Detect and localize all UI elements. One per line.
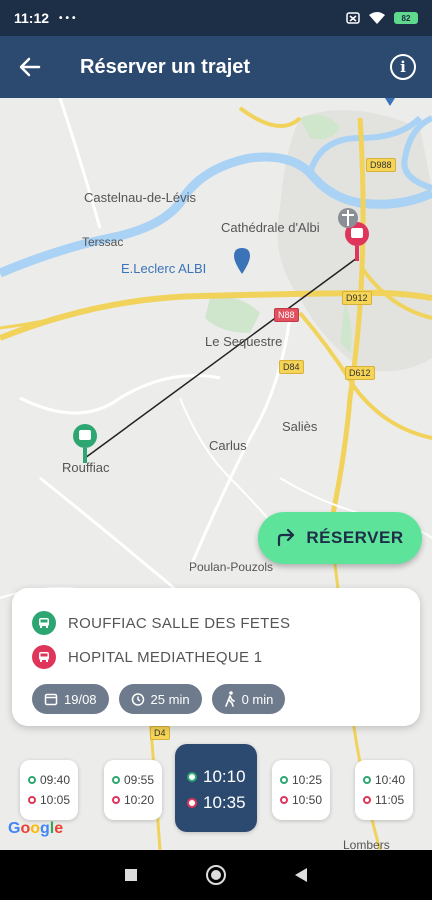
timer-icon	[131, 693, 144, 706]
departure-time: 09:55	[124, 773, 155, 787]
arrival-time: 10:35	[203, 793, 246, 812]
trip-date: 19/08	[64, 691, 97, 707]
origin-stop: ROUFFIAC SALLE DES FETES	[32, 606, 400, 640]
map-label-carlus: Carlus	[209, 438, 247, 453]
notification-dots: •••	[59, 12, 79, 24]
duration-chip: 25 min	[118, 684, 202, 714]
departure-time: 09:40	[40, 773, 71, 787]
road-badge-n88: N88	[274, 308, 299, 322]
road-badge-d612: D612	[345, 366, 375, 380]
no-sim-icon	[346, 12, 360, 24]
arrival-time: 10:20	[124, 793, 155, 807]
status-icons: 82	[346, 11, 418, 25]
back-button[interactable]	[0, 56, 60, 78]
map-label-poulan: Poulan-Pouzols	[189, 560, 274, 574]
bus-icon	[32, 645, 56, 669]
reserve-button[interactable]: RÉSERVER	[258, 512, 422, 564]
map-view[interactable]: Castelnau-de-Lévis Cathédrale d'Albi Ter…	[0, 98, 432, 852]
destination-stop-name: HOPITAL MEDIATHEQUE 1	[68, 648, 263, 666]
wifi-icon	[369, 12, 385, 24]
page-title: Réserver un trajet	[80, 55, 251, 78]
departure-time: 10:10	[203, 767, 246, 786]
info-button[interactable]: i	[390, 54, 416, 80]
date-chip: 19/08	[32, 684, 109, 714]
road-badge-d988: D988	[366, 158, 396, 172]
road-badge-d912: D912	[342, 291, 372, 305]
arrow-left-icon	[19, 57, 41, 77]
departure-time: 10:25	[292, 773, 323, 787]
departure-times: 09:40 10:05 09:55 10:20 10:10 10:35 10:2…	[0, 740, 432, 840]
arrival-time: 10:05	[40, 793, 71, 807]
map-label-terssac: Terssac	[82, 235, 124, 249]
system-nav-bar	[0, 850, 432, 900]
bus-icon	[32, 611, 56, 635]
time-slot[interactable]: 09:40 10:05	[20, 760, 78, 820]
info-icon: i	[400, 58, 406, 76]
app-bar: Réserver un trajet i	[0, 36, 432, 98]
calendar-icon	[44, 693, 58, 706]
back-nav-icon[interactable]	[294, 867, 308, 883]
trip-info-chips: 19/08 25 min 0 min	[32, 684, 400, 714]
map-label-sequestre: Le Sequestre	[205, 334, 283, 349]
battery-icon: 82	[394, 12, 418, 24]
turn-right-arrow-icon	[278, 529, 295, 547]
walk-chip: 0 min	[211, 684, 286, 714]
trip-walk: 0 min	[241, 691, 274, 707]
status-time: 11:12	[14, 10, 50, 26]
destination-stop: HOPITAL MEDIATHEQUE 1	[32, 640, 400, 674]
time-slot[interactable]: 10:25 10:50	[272, 760, 330, 820]
origin-stop-name: ROUFFIAC SALLE DES FETES	[68, 614, 291, 632]
time-slot[interactable]: 10:40 11:05	[355, 760, 413, 820]
walking-icon	[224, 691, 235, 707]
google-logo: Google	[8, 820, 64, 837]
departure-time: 10:40	[375, 773, 406, 787]
road-badge-d4: D4	[150, 726, 170, 740]
map-label-rouffiac: Rouffiac	[62, 460, 110, 475]
map-label-castelnau: Castelnau-de-Lévis	[84, 190, 197, 205]
trip-duration: 25 min	[150, 691, 190, 707]
map-label-leclerc: E.Leclerc ALBI	[121, 261, 207, 276]
arrival-time: 11:05	[375, 793, 405, 807]
recents-icon[interactable]	[124, 868, 138, 882]
home-icon[interactable]	[205, 864, 227, 886]
map-label-salies: Saliès	[282, 419, 318, 434]
trip-card: ROUFFIAC SALLE DES FETES HOPITAL MEDIATH…	[12, 588, 420, 726]
arrival-time: 10:50	[292, 793, 323, 807]
time-slot-selected[interactable]: 10:10 10:35	[175, 744, 257, 832]
time-slot[interactable]: 09:55 10:20	[104, 760, 162, 820]
road-badge-d84: D84	[279, 360, 304, 374]
map-label-cathedrale: Cathédrale d'Albi	[221, 220, 320, 235]
reserve-button-label: RÉSERVER	[306, 528, 404, 547]
status-bar: 11:12 ••• 82	[0, 0, 432, 36]
